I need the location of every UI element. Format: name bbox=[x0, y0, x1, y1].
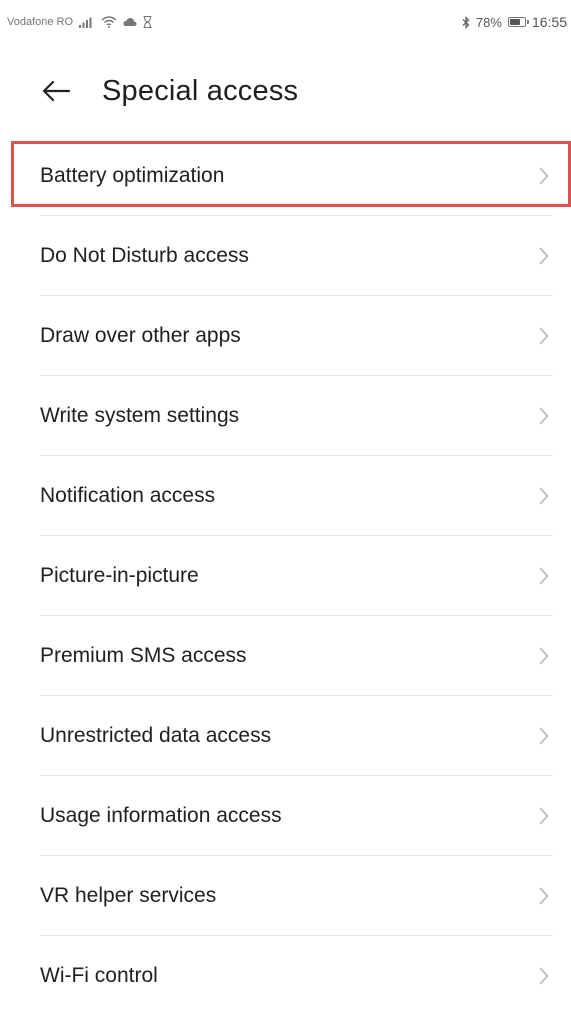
wifi-icon bbox=[101, 16, 117, 28]
battery-level-fill bbox=[509, 19, 521, 25]
list-item[interactable]: Unrestricted data access bbox=[0, 696, 571, 776]
list-item[interactable]: Usage information access bbox=[0, 776, 571, 856]
chevron-right-icon bbox=[539, 967, 549, 985]
back-arrow-icon bbox=[42, 80, 70, 102]
list-item[interactable]: Premium SMS access bbox=[0, 616, 571, 696]
chevron-right-icon bbox=[539, 887, 549, 905]
list-item[interactable]: VR helper services bbox=[0, 856, 571, 936]
list-item-label: Write system settings bbox=[40, 404, 240, 427]
chevron-right-icon bbox=[539, 567, 549, 585]
list-item-label: Picture-in-picture bbox=[40, 564, 199, 587]
status-right: 78% 16:55 bbox=[462, 14, 567, 30]
settings-list: Battery optimization Do Not Disturb acces… bbox=[0, 136, 571, 1016]
battery-icon bbox=[507, 17, 529, 27]
list-item-label: Unrestricted data access bbox=[40, 724, 272, 747]
chevron-right-icon bbox=[539, 807, 549, 825]
status-left: Vodafone RO bbox=[7, 16, 152, 28]
signal-bars-icon bbox=[79, 16, 95, 28]
battery-percent: 78% bbox=[475, 14, 502, 30]
bluetooth-icon bbox=[462, 15, 470, 29]
list-item[interactable]: Picture-in-picture bbox=[0, 536, 571, 616]
list-item-label: Draw over other apps bbox=[40, 324, 241, 347]
chevron-right-icon bbox=[539, 727, 549, 745]
chevron-right-icon bbox=[539, 327, 549, 345]
chevron-right-icon bbox=[539, 167, 549, 185]
list-item-label: Usage information access bbox=[40, 804, 282, 827]
app-header: Special access bbox=[0, 60, 571, 122]
list-item[interactable]: Wi-Fi control bbox=[0, 936, 571, 1016]
carrier-name: Vodafone RO bbox=[7, 16, 74, 28]
clock-time: 16:55 bbox=[531, 14, 567, 30]
hourglass-icon bbox=[143, 16, 152, 28]
chevron-right-icon bbox=[539, 487, 549, 505]
back-button[interactable] bbox=[36, 71, 76, 111]
status-bar: Vodafone RO 78% 16:55 bbox=[0, 0, 571, 44]
list-item-label: Premium SMS access bbox=[40, 644, 247, 667]
cloud-icon bbox=[123, 17, 137, 27]
list-item[interactable]: Battery optimization bbox=[0, 136, 571, 216]
list-item[interactable]: Write system settings bbox=[0, 376, 571, 456]
list-item-label: VR helper services bbox=[40, 884, 217, 907]
chevron-right-icon bbox=[539, 647, 549, 665]
list-item-label: Wi-Fi control bbox=[40, 964, 158, 987]
list-item-label: Do Not Disturb access bbox=[40, 244, 249, 267]
page-title: Special access bbox=[102, 74, 299, 107]
chevron-right-icon bbox=[539, 247, 549, 265]
list-item[interactable]: Draw over other apps bbox=[0, 296, 571, 376]
list-item[interactable]: Do Not Disturb access bbox=[0, 216, 571, 296]
list-item-label: Notification access bbox=[40, 484, 216, 507]
list-item-label: Battery optimization bbox=[40, 164, 225, 187]
list-item[interactable]: Notification access bbox=[0, 456, 571, 536]
chevron-right-icon bbox=[539, 407, 549, 425]
